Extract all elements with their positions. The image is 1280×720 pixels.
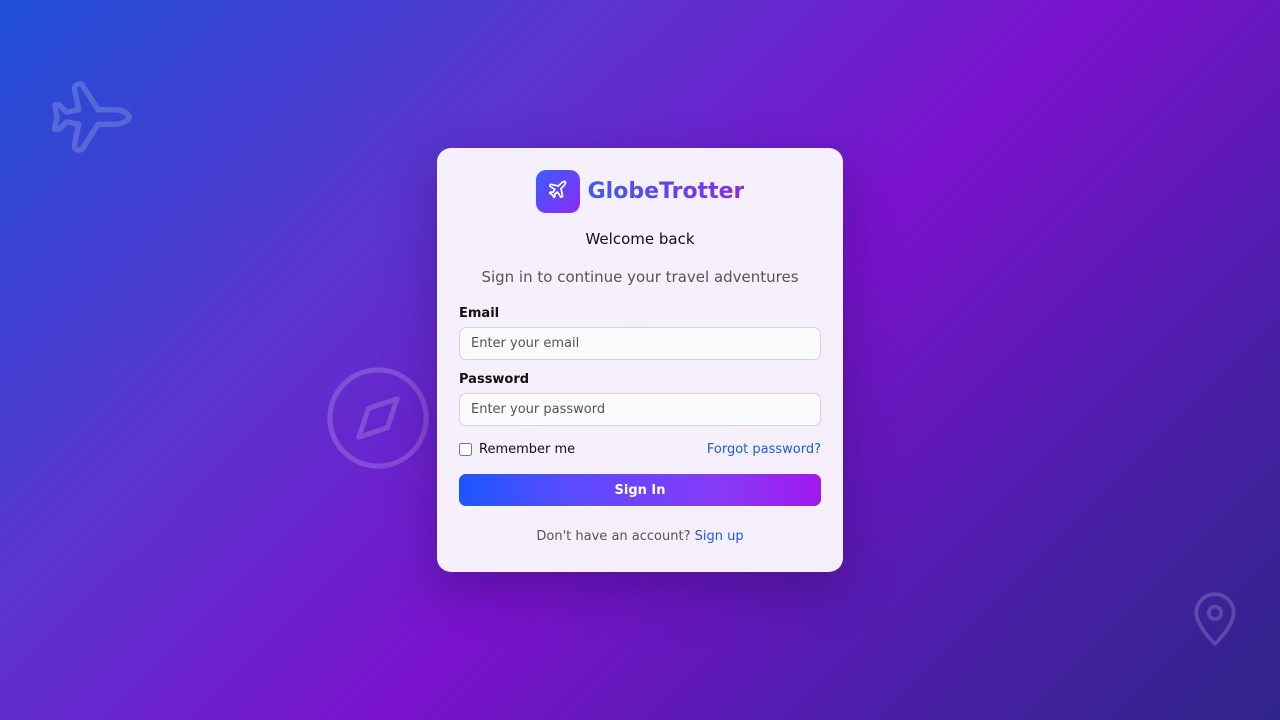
forgot-password-link[interactable]: Forgot password? bbox=[707, 442, 821, 457]
app-logo bbox=[535, 170, 580, 213]
welcome-heading: Welcome back bbox=[585, 230, 695, 248]
map-pin-icon bbox=[1190, 590, 1240, 648]
email-label: Email bbox=[459, 306, 500, 321]
brand-header: GlobeTrotter bbox=[459, 170, 821, 213]
brand-name: GlobeTrotter bbox=[587, 179, 745, 204]
login-card: GlobeTrotter Welcome back Sign in to con… bbox=[437, 148, 843, 572]
form-options-row: Remember me Forgot password? bbox=[459, 441, 821, 457]
compass-icon bbox=[323, 363, 433, 473]
remember-me-label: Remember me bbox=[479, 441, 576, 457]
signup-prompt: Don't have an account? Sign up bbox=[459, 529, 821, 544]
password-label: Password bbox=[459, 372, 530, 387]
password-field[interactable] bbox=[459, 393, 821, 426]
airplane-icon bbox=[40, 76, 133, 158]
remember-me-checkbox[interactable] bbox=[459, 442, 472, 456]
sign-in-button[interactable]: Sign In bbox=[459, 474, 821, 506]
email-field[interactable] bbox=[459, 327, 821, 360]
airplane-icon bbox=[547, 179, 568, 204]
remember-me-control[interactable]: Remember me bbox=[459, 442, 575, 457]
welcome-subtitle: Sign in to continue your travel adventur… bbox=[481, 268, 799, 286]
signup-prompt-text: Don't have an account? bbox=[536, 529, 695, 544]
sign-up-link[interactable]: Sign up bbox=[695, 529, 744, 544]
